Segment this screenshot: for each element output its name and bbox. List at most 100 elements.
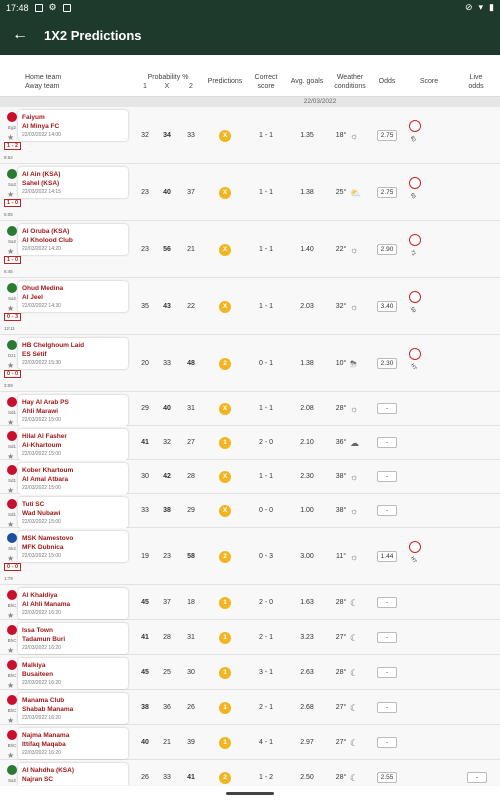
match-row[interactable]: BhC ★ Al Khaldiya Al Ahli Manama 22/03/2022 …: [0, 585, 500, 620]
match-datetime: 22/03/2022 15:00: [22, 451, 61, 457]
prob-1: 19: [141, 553, 149, 560]
match-row[interactable]: Eg2 ★ Faiyum Al Minya FC 22/03/2022 14:00 1 -…: [0, 107, 500, 164]
favorite-star-icon[interactable]: ★: [7, 247, 14, 256]
live-score-ring-icon[interactable]: [409, 120, 421, 132]
col-away-team: Away team: [25, 83, 60, 90]
match-row[interactable]: Sa2 ★ Al Ain (KSA) Sahel (KSA) 22/03/2022 14…: [0, 164, 500, 221]
live-score-ring-icon[interactable]: [409, 348, 421, 360]
favorite-star-icon[interactable]: ★: [7, 361, 14, 370]
odds-box[interactable]: 2.75: [377, 187, 397, 198]
match-list[interactable]: Eg2 ★ Faiyum Al Minya FC 22/03/2022 14:00 1 -…: [0, 107, 500, 785]
match-card[interactable]: Manama Club Shabab Manama 22/03/2022 16:20: [18, 693, 128, 724]
odds-box[interactable]: -: [377, 597, 397, 608]
odds-box[interactable]: -: [377, 667, 397, 678]
odds-box[interactable]: -: [377, 505, 397, 516]
home-team: MSK Namestovo: [22, 535, 74, 542]
sun-cloud-icon: ⛅: [350, 188, 362, 198]
match-card[interactable]: Hilal Al Fasher Al-Khartoum 22/03/2022 15:…: [18, 429, 128, 460]
away-team: Wad Nubawi: [22, 510, 61, 517]
odds-box[interactable]: 2.55: [377, 772, 397, 783]
match-card[interactable]: Ohud Medina Al Jeel 22/03/2022 14:30: [18, 281, 128, 312]
prob-1: 30: [141, 473, 149, 480]
odds-box[interactable]: -: [377, 702, 397, 713]
match-card[interactable]: MSK Namestovo MFK Dubnica 22/03/2022 15:00: [18, 531, 128, 562]
match-row[interactable]: Sa2★Al Nahdha (KSA)Najran SC22/03/2022 1…: [0, 760, 500, 785]
match-card[interactable]: Al Ain (KSA) Sahel (KSA) 22/03/2022 14:15: [18, 167, 128, 198]
gear-icon: ⚙: [48, 2, 57, 12]
match-card[interactable]: Malkiya Busaiteen 22/03/2022 16:20: [18, 658, 128, 689]
back-arrow-icon[interactable]: ←: [12, 26, 28, 43]
odds-box[interactable]: -: [377, 403, 397, 414]
home-team: Manama Club: [22, 697, 65, 704]
favorite-star-icon[interactable]: ★: [7, 716, 14, 725]
match-card[interactable]: Kober Khartoum Al Amal Atbara 22/03/2022 1…: [18, 463, 128, 494]
match-card[interactable]: Issa Town Tadamun Buri 22/03/2022 16:20: [18, 623, 128, 654]
battery-icon: ▮: [489, 2, 494, 12]
live-score-ring-icon[interactable]: [409, 291, 421, 303]
prob-2: 18: [187, 599, 195, 606]
favorite-star-icon[interactable]: ★: [7, 646, 14, 655]
odds-box[interactable]: -: [377, 632, 397, 643]
match-row[interactable]: Sa2 ★ Ohud Medina Al Jeel 22/03/2022 14:30 0 …: [0, 278, 500, 335]
favorite-star-icon[interactable]: ★: [7, 611, 14, 620]
prob-1: 33: [141, 507, 149, 514]
odds-box[interactable]: 1.44: [377, 551, 397, 562]
odds-box[interactable]: -: [377, 471, 397, 482]
temperature: 28°: [335, 774, 347, 781]
match-card[interactable]: Tuti SC Wad Nubawi 22/03/2022 15:00: [18, 497, 128, 528]
odds-box[interactable]: 3.40: [377, 301, 397, 312]
nav-bar: [0, 786, 500, 800]
match-row[interactable]: Sk2 ★ MSK Namestovo MFK Dubnica 22/03/2022 1…: [0, 528, 500, 585]
prob-x: 32: [163, 439, 171, 446]
prob-2: 29: [187, 507, 195, 514]
match-card[interactable]: Al Oruba (KSA) Al Kholood Club 22/03/2022 …: [18, 224, 128, 255]
match-row[interactable]: Sd1 ★ Kober Khartoum Al Amal Atbara 22/03/20…: [0, 460, 500, 495]
prob-x: 40: [163, 189, 171, 196]
match-card[interactable]: Najma Manama Ittifaq Maqaba 22/03/2022 16:…: [18, 728, 128, 759]
favorite-star-icon[interactable]: ★: [7, 751, 14, 760]
live-odds-box[interactable]: -: [467, 772, 487, 783]
live-score-ring-icon[interactable]: [409, 234, 421, 246]
match-row[interactable]: Sa2 ★ Al Oruba (KSA) Al Kholood Club 22/03/2…: [0, 221, 500, 278]
col-weather-2: conditions: [334, 83, 366, 90]
match-row[interactable]: Sd1 ★ Hilal Al Fasher Al-Khartoum 22/03/2022…: [0, 426, 500, 461]
prob-2: 31: [187, 634, 195, 641]
odds-box[interactable]: -: [377, 737, 397, 748]
match-card[interactable]: Hay Al Arab PS Ahli Marawi 22/03/2022 15:0…: [18, 395, 128, 426]
odds-box[interactable]: 2.75: [377, 130, 397, 141]
match-card[interactable]: HB Chelghoum Laid ES Sétif 22/03/2022 15:3…: [18, 338, 128, 369]
match-row[interactable]: BhC ★ Manama Club Shabab Manama 22/03/2022 1…: [0, 690, 500, 725]
match-card[interactable]: Al Khaldiya Al Ahli Manama 22/03/2022 16:2…: [18, 588, 128, 619]
match-row[interactable]: Sd1 ★ Hay Al Arab PS Ahli Marawi 22/03/2022 …: [0, 392, 500, 427]
match-row[interactable]: Sd1 ★ Tuti SC Wad Nubawi 22/03/2022 15:00 33 3…: [0, 494, 500, 529]
favorite-star-icon[interactable]: ★: [7, 554, 14, 563]
favorite-star-icon[interactable]: ★: [7, 190, 14, 199]
home-handle[interactable]: [226, 792, 274, 795]
favorite-star-icon[interactable]: ★: [7, 681, 14, 690]
match-row[interactable]: BhC ★ Malkiya Busaiteen 22/03/2022 16:20 45 25…: [0, 655, 500, 690]
odds-box[interactable]: 2.90: [377, 244, 397, 255]
live-score-ring-icon[interactable]: [409, 541, 421, 553]
match-row[interactable]: Dz1 ★ HB Chelghoum Laid ES Sétif 22/03/2022 …: [0, 335, 500, 392]
favorite-star-icon[interactable]: ★: [7, 304, 14, 313]
league-code: BhC: [7, 708, 17, 713]
match-row[interactable]: BhC ★ Issa Town Tadamun Buri 22/03/2022 16:2…: [0, 620, 500, 655]
match-card[interactable]: Faiyum Al Minya FC 22/03/2022 14:00: [18, 110, 128, 141]
match-row[interactable]: BhC ★ Najma Manama Ittifaq Maqaba 22/03/2022…: [0, 725, 500, 760]
sun-icon: ☼: [350, 506, 359, 516]
correct-score: 3 - 1: [258, 669, 273, 676]
away-team: Al Amal Atbara: [22, 476, 69, 483]
home-team: Al Nahdha (KSA): [22, 767, 74, 774]
avg-goals: 3.23: [300, 634, 314, 641]
match-card[interactable]: Al Nahdha (KSA)Najran SC22/03/2022 16:25: [18, 763, 128, 785]
correct-score: 4 - 1: [258, 739, 273, 746]
favorite-star-icon[interactable]: ★: [7, 133, 14, 142]
odds-box[interactable]: 2.30: [377, 358, 397, 369]
home-team: Faiyum: [22, 114, 45, 121]
live-score-text: 65: [408, 192, 417, 200]
match-datetime: 22/03/2022 14:30: [22, 303, 61, 309]
correct-score: 1 - 1: [258, 405, 273, 412]
live-score-ring-icon[interactable]: [409, 177, 421, 189]
league-code: Sa2: [7, 778, 16, 783]
odds-box[interactable]: -: [377, 437, 397, 448]
